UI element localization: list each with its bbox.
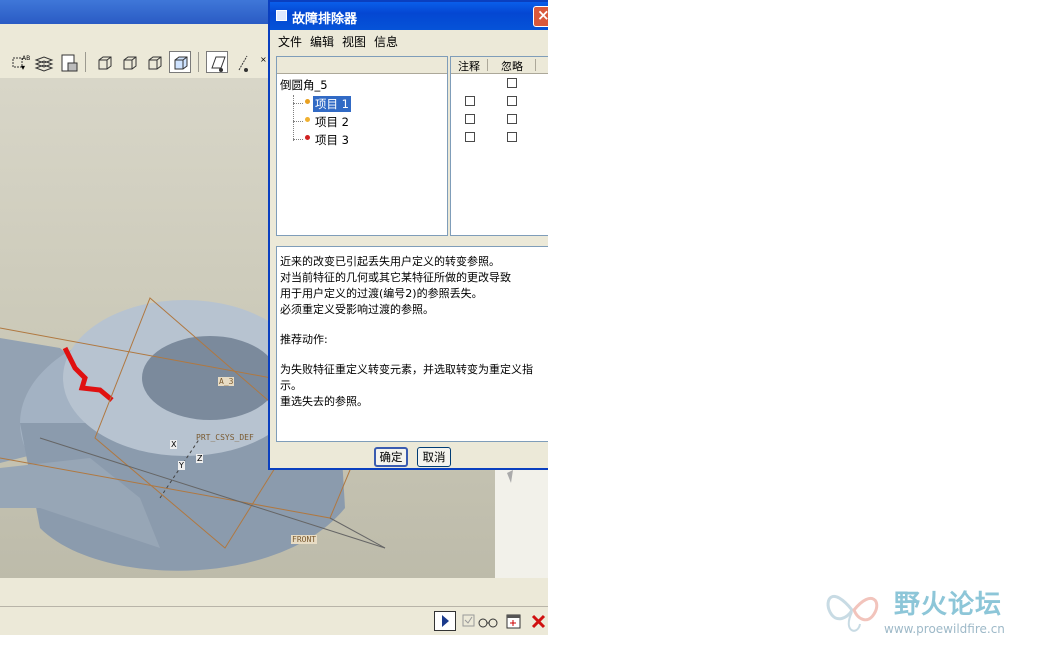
failure-tree: 倒圆角_5 项目 1 项目 2 项目 3 [276, 56, 448, 236]
close-x-icon[interactable] [530, 611, 548, 631]
window-icon [276, 10, 287, 21]
forum-watermark: 野火论坛 www.proewildfire.cn [822, 580, 1032, 640]
csys-y-label: Y [178, 461, 185, 470]
hidden-line-icon[interactable] [118, 51, 140, 73]
csys-z-label: Z [196, 454, 204, 463]
message-panel: 近来的改变已引起丢失用户定义的转变参照。 对当前特征的几何或其它某特征所做的更改… [276, 246, 548, 442]
tree-column-header [277, 57, 447, 74]
ignore-checkbox-root[interactable] [507, 78, 517, 88]
note-checkbox-1[interactable] [465, 96, 475, 106]
watermark-url: www.proewildfire.cn [884, 622, 1005, 636]
options-header: 注释 忽略 [451, 57, 548, 74]
shading-icon[interactable] [169, 51, 191, 73]
note-checkbox-3[interactable] [465, 132, 475, 142]
message-line: 示。 [280, 379, 302, 392]
message-strip [0, 578, 548, 606]
tree-root-feature[interactable]: 倒圆角_5 [280, 77, 328, 93]
ignore-checkbox-1[interactable] [507, 96, 517, 106]
message-line: 重选失去的参照。 [280, 395, 368, 408]
wireframe-icon[interactable] [93, 51, 115, 73]
dialog-title: 故障排除器 [292, 12, 358, 27]
tree-item-label: 项目 2 [315, 115, 349, 129]
column-note[interactable]: 注释 [458, 58, 480, 74]
datum-label-front: FRONT [291, 535, 318, 544]
cancel-button[interactable]: 取消 [417, 447, 451, 467]
model-tree-icon[interactable] [57, 51, 79, 73]
no-hidden-icon[interactable] [143, 51, 165, 73]
menu-info[interactable]: 信息 [374, 33, 398, 50]
datum-label-a3: A_3 [218, 377, 235, 386]
butterfly-logo-icon [826, 595, 879, 632]
status-bar [0, 606, 548, 635]
ok-button[interactable]: 确定 [374, 447, 408, 467]
tree-item-label: 项目 3 [315, 133, 349, 147]
calendar-icon[interactable] [505, 611, 523, 631]
tree-item-label: 项目 1 [313, 96, 351, 112]
menu-edit[interactable]: 编辑 [310, 33, 334, 50]
dialog-titlebar[interactable]: 故障排除器 × [270, 2, 548, 30]
warning-dot-icon [305, 99, 310, 104]
column-ignore[interactable]: 忽略 [501, 58, 523, 74]
filter-glasses-icon[interactable] [461, 611, 501, 631]
watermark-title: 野火论坛 [894, 590, 1003, 620]
menu-view[interactable]: 视图 [342, 33, 366, 50]
layers-icon[interactable] [32, 51, 54, 73]
error-dot-icon [305, 135, 310, 140]
message-line: 用于用户定义的过渡(编号2)的参照丢失。 [280, 287, 483, 300]
ignore-checkbox-3[interactable] [507, 132, 517, 142]
message-line: 近来的改变已引起丢失用户定义的转变参照。 [280, 255, 500, 268]
datum-axis-icon[interactable] [231, 51, 253, 73]
message-line: 为失败特征重定义转变元素，并选取转变为重定义指 [280, 363, 533, 376]
svg-text:▾: ▾ [21, 63, 25, 72]
datum-plane-icon[interactable] [206, 51, 228, 73]
troubleshooter-dialog: 故障排除器 × 文件 编辑 视图 信息 倒圆角_5 项目 1 项目 2 项目 3 [268, 0, 548, 470]
play-icon[interactable] [434, 611, 456, 631]
svg-text:×: × [260, 55, 267, 64]
datum-display-icon[interactable]: AB ▾ [8, 51, 30, 73]
message-line: 推荐动作: [280, 333, 328, 346]
ignore-checkbox-2[interactable] [507, 114, 517, 124]
menu-file[interactable]: 文件 [278, 33, 302, 50]
message-line: 对当前特征的几何或其它某特征所做的更改导致 [280, 271, 511, 284]
close-button[interactable]: × [533, 6, 548, 27]
warning-dot-icon [305, 117, 310, 122]
svg-text:AB: AB [22, 55, 30, 62]
csys-x-label: X [170, 440, 178, 449]
note-checkbox-2[interactable] [465, 114, 475, 124]
datum-label-csys: PRT_CSYS_DEF [196, 433, 254, 442]
close-icon: × [537, 6, 548, 24]
options-columns: 注释 忽略 [450, 56, 548, 236]
dialog-menubar: 文件 编辑 视图 信息 [270, 30, 548, 52]
message-line: 必须重定义受影响过渡的参照。 [280, 303, 434, 316]
